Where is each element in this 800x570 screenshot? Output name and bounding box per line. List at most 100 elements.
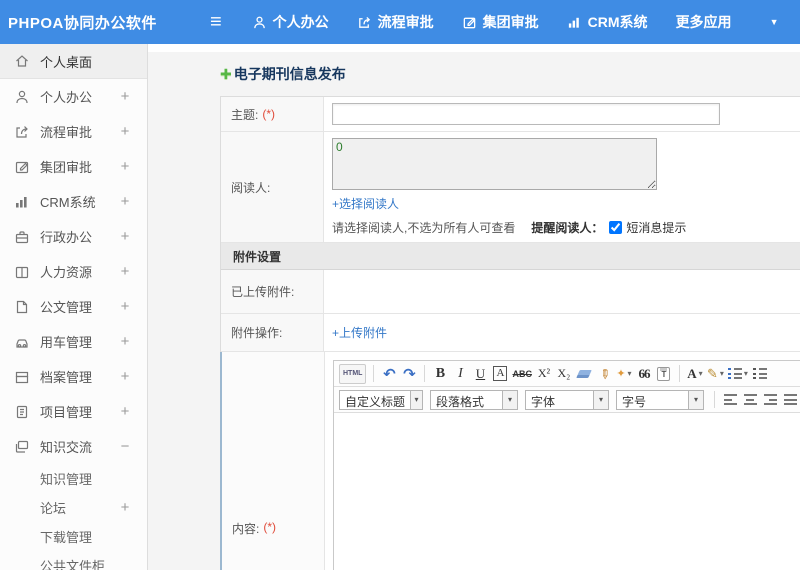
sidebar-item-vehicles[interactable]: 用车管理 + bbox=[0, 324, 147, 359]
sidebar-item-label: 集团审批 bbox=[40, 160, 93, 175]
page-title: ✚ 电子期刊信息发布 bbox=[148, 52, 800, 96]
italic-button[interactable]: I bbox=[452, 364, 468, 384]
nav-workflow-approval[interactable]: 流程审批 bbox=[357, 12, 434, 32]
font-style-button[interactable]: A bbox=[493, 366, 508, 381]
source-code-button[interactable]: HTML bbox=[339, 363, 367, 384]
paste-as-text-button[interactable]: T bbox=[656, 364, 672, 384]
expand-toggle[interactable]: + bbox=[119, 193, 131, 210]
auto-format-button[interactable]: ✦ ▾ bbox=[616, 364, 632, 384]
readers-textarea[interactable]: 0 bbox=[332, 138, 657, 190]
undo-icon[interactable]: ↶ bbox=[381, 364, 397, 384]
subject-row: 主题: (*) bbox=[221, 97, 800, 132]
ordered-list-button[interactable]: ▾ bbox=[727, 364, 748, 384]
subscript-button[interactable]: X₂ bbox=[556, 364, 572, 384]
hamburger-menu-icon[interactable]: ≡ bbox=[210, 12, 222, 32]
dropdown-arrow-icon: ▾ bbox=[410, 390, 422, 409]
collapse-toggle[interactable]: − bbox=[119, 438, 131, 455]
highlight-color-button[interactable]: ✎ ▾ bbox=[707, 364, 724, 384]
nav-group-approval[interactable]: 集团审批 bbox=[462, 12, 539, 32]
format-brush-icon[interactable]: ✏ bbox=[596, 368, 612, 379]
sidebar-subitem-label: 下载管理 bbox=[40, 530, 93, 545]
font-color-button[interactable]: A ▾ bbox=[687, 364, 703, 384]
expand-toggle[interactable]: + bbox=[119, 333, 131, 350]
expand-toggle[interactable]: + bbox=[119, 158, 131, 175]
bold-button[interactable]: B bbox=[432, 364, 448, 384]
redo-icon[interactable]: ↷ bbox=[401, 364, 417, 384]
sidebar-item-label: CRM系统 bbox=[40, 195, 96, 210]
underline-button[interactable]: U bbox=[472, 364, 488, 384]
paragraph-format-select[interactable]: 段落格式 ▾ bbox=[430, 389, 518, 410]
bar-chart-icon bbox=[567, 15, 582, 30]
blockquote-button[interactable]: 66 bbox=[636, 364, 652, 384]
align-right-button[interactable] bbox=[762, 390, 778, 410]
sidebar-item-archives[interactable]: 档案管理 + bbox=[0, 359, 147, 394]
readers-hint-line: 请选择阅读人,不选为所有人可查看 提醒阅读人： 短消息提示 bbox=[332, 219, 800, 236]
person-icon bbox=[14, 89, 30, 105]
select-readers-link[interactable]: +选择阅读人 bbox=[332, 195, 399, 212]
sidebar-item-label: 个人办公 bbox=[40, 90, 93, 105]
uploaded-label: 已上传附件: bbox=[231, 285, 295, 299]
editor-content-area[interactable] bbox=[334, 413, 800, 570]
strikethrough-button[interactable]: ABC bbox=[512, 364, 532, 384]
readers-label-cell: 阅读人: bbox=[221, 132, 324, 242]
nav-personal-office[interactable]: 个人办公 bbox=[252, 12, 329, 32]
sidebar-subitem-label: 论坛 bbox=[40, 501, 67, 516]
bullet-list-button[interactable] bbox=[752, 364, 768, 384]
superscript-button[interactable]: X² bbox=[536, 364, 552, 384]
expand-toggle[interactable]: + bbox=[119, 403, 131, 420]
font-size-select[interactable]: 字号 ▾ bbox=[616, 389, 704, 410]
sidebar-item-group-approval[interactable]: 集团审批 + bbox=[0, 149, 147, 184]
align-right-icon bbox=[763, 394, 777, 405]
nav-crm-system[interactable]: CRM系统 bbox=[567, 12, 648, 32]
nav-label: 更多应用 bbox=[675, 14, 732, 30]
sidebar-item-knowledge[interactable]: 知识交流 − bbox=[0, 429, 147, 464]
sidebar-item-crm[interactable]: CRM系统 + bbox=[0, 184, 147, 219]
expand-toggle[interactable]: + bbox=[119, 88, 131, 105]
sidebar-item-hr[interactable]: 人力资源 + bbox=[0, 254, 147, 289]
app-logo: PHPOA协同办公软件 bbox=[8, 14, 157, 32]
expand-toggle[interactable]: + bbox=[119, 368, 131, 385]
expand-toggle[interactable]: + bbox=[119, 228, 131, 245]
attachment-section-header: 附件设置 bbox=[221, 243, 800, 270]
remind-readers-label: 提醒阅读人： bbox=[531, 221, 604, 235]
sidebar-item-workflow-approval[interactable]: 流程审批 + bbox=[0, 114, 147, 149]
expand-toggle[interactable]: + bbox=[119, 499, 131, 516]
content-row: 内容: (*) HTML ↶ ↷ B I U A ABC X² X₂ ✏ ✦ ▾… bbox=[220, 352, 800, 570]
sidebar-subitem-forum[interactable]: 论坛 + bbox=[0, 493, 147, 522]
sms-notify-checkbox[interactable] bbox=[609, 221, 623, 234]
sidebar-subitem-public-cabinet[interactable]: 公共文件柜 bbox=[0, 551, 147, 570]
nav-label: 集团审批 bbox=[482, 14, 539, 30]
align-left-button[interactable] bbox=[722, 390, 738, 410]
expand-toggle[interactable]: + bbox=[119, 298, 131, 315]
top-nav: 个人办公 流程审批 集团审批 CRM系统 更多应用 ▼ bbox=[252, 12, 779, 32]
expand-toggle[interactable]: + bbox=[119, 263, 131, 280]
sidebar-item-personal-office[interactable]: 个人办公 + bbox=[0, 79, 147, 114]
subject-input[interactable] bbox=[332, 103, 720, 125]
editor-toolbar-row-2: 自定义标题 ▾ 段落格式 ▾ 字体 ▾ 字号 ▾ bbox=[334, 387, 800, 413]
sidebar-subitem-label: 公共文件柜 bbox=[40, 559, 106, 570]
nav-label: 流程审批 bbox=[377, 14, 434, 30]
align-center-button[interactable] bbox=[742, 390, 758, 410]
sidebar-item-projects[interactable]: 项目管理 + bbox=[0, 394, 147, 429]
chevron-down-icon[interactable]: ▼ bbox=[770, 17, 779, 27]
subject-label: 主题: bbox=[231, 107, 259, 122]
sidebar-item-personal-desktop[interactable]: 个人桌面 bbox=[0, 44, 147, 79]
dropdown-arrow-icon: ▾ bbox=[593, 390, 608, 409]
justify-button[interactable] bbox=[782, 390, 798, 410]
nav-more-apps[interactable]: 更多应用 bbox=[676, 12, 732, 32]
attachment-ops-label-cell: 附件操作: bbox=[221, 314, 324, 351]
sidebar-subitem-knowledge-mgmt[interactable]: 知识管理 bbox=[0, 464, 147, 493]
content-label: 内容: bbox=[232, 522, 260, 536]
heading-select[interactable]: 自定义标题 ▾ bbox=[339, 389, 423, 410]
sidebar-subitem-downloads[interactable]: 下载管理 bbox=[0, 522, 147, 551]
eraser-icon[interactable] bbox=[576, 364, 592, 384]
expand-toggle[interactable]: + bbox=[119, 123, 131, 140]
required-mark: (*) bbox=[262, 107, 276, 121]
sidebar-item-documents[interactable]: 公文管理 + bbox=[0, 289, 147, 324]
sidebar-item-label: 用车管理 bbox=[40, 335, 93, 350]
font-family-select[interactable]: 字体 ▾ bbox=[525, 389, 609, 410]
publish-form: 主题: (*) 阅读人: 0 +选择阅读人 请选择阅读人,不选为所有人可查看 提… bbox=[220, 96, 800, 570]
sidebar-item-admin-office[interactable]: 行政办公 + bbox=[0, 219, 147, 254]
upload-attachment-link[interactable]: +上传附件 bbox=[332, 324, 387, 341]
sidebar-item-label: 流程审批 bbox=[40, 125, 93, 140]
